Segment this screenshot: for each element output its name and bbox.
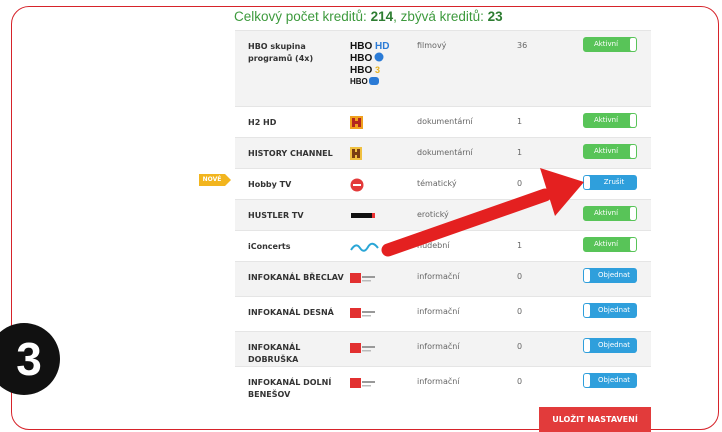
red-arrow-icon	[381, 168, 584, 257]
